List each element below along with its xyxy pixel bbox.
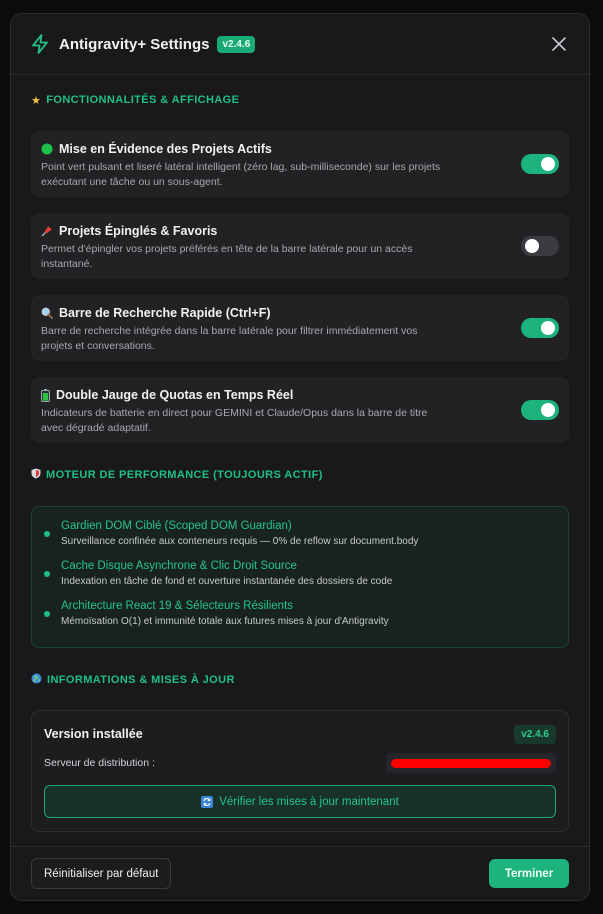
settings-modal: Antigravity+ Settings v2.4.6 ★ FONCTIONN… (10, 13, 590, 901)
section-title-label: MOTEUR DE PERFORMANCE (TOUJOURS ACTIF) (46, 469, 323, 481)
feature-title-row: Projets Épinglés & Favoris (41, 223, 559, 239)
perf-text: Gardien DOM Ciblé (Scoped DOM Guardian) … (61, 518, 418, 549)
feature-card-pinned-projects: Projets Épinglés & Favoris Permet d'épin… (31, 213, 569, 279)
perf-description: Surveillance confinée aux conteneurs req… (61, 536, 419, 547)
refresh-icon (201, 795, 214, 808)
toggle-knob (541, 157, 555, 171)
feature-title-row: Barre de Recherche Rapide (Ctrl+F) (41, 305, 559, 321)
server-row: Serveur de distribution : (44, 753, 556, 773)
star-icon: ★ (31, 94, 42, 107)
perf-title: Gardien DOM Ciblé (Scoped DOM Guardian) (61, 520, 292, 532)
check-updates-label: Vérifier les mises à jour maintenant (219, 795, 399, 808)
feature-title-row: Mise en Évidence des Projets Actifs (41, 141, 559, 157)
section-title-label: INFORMATIONS & MISES À JOUR (47, 674, 235, 686)
toggle-search-bar[interactable] (521, 318, 559, 338)
close-icon[interactable] (549, 34, 569, 54)
feature-title: Projets Épinglés & Favoris (59, 224, 218, 238)
feature-description: Indicateurs de batterie en direct pour G… (41, 407, 428, 434)
section-title-info: INFORMATIONS & MISES À JOUR (31, 670, 569, 690)
feature-description: Permet d'épingler vos projets préférés e… (41, 243, 413, 270)
toggle-quota-gauge[interactable] (521, 400, 559, 420)
section-title-performance: MOTEUR DE PERFORMANCE (TOUJOURS ACTIF) (31, 465, 569, 485)
feature-card-search-bar: Barre de Recherche Rapide (Ctrl+F) Barre… (31, 295, 569, 361)
toggle-knob (525, 239, 539, 253)
toggle-knob (541, 321, 555, 335)
performance-list: Gardien DOM Ciblé (Scoped DOM Guardian) … (31, 506, 569, 648)
toggle-active-projects[interactable] (521, 154, 559, 174)
feature-card-quota-gauge: Double Jauge de Quotas en Temps Réel Ind… (31, 377, 569, 443)
shield-icon (31, 468, 41, 482)
version-badge: v2.4.6 (217, 35, 256, 53)
toggle-knob (541, 403, 555, 417)
perf-title: Cache Disque Asynchrone & Clic Droit Sou… (61, 560, 297, 572)
perf-description: Indexation en tâche de fond et ouverture… (61, 576, 393, 587)
bullet-dot (44, 531, 50, 537)
feature-title: Double Jauge de Quotas en Temps Réel (56, 388, 294, 402)
modal-header: Antigravity+ Settings v2.4.6 (11, 14, 589, 75)
bolt-icon (31, 33, 51, 55)
list-item: Cache Disque Asynchrone & Clic Droit Sou… (44, 558, 556, 589)
magnifier-icon (41, 307, 53, 319)
installed-row: Version installée v2.4.6 (44, 723, 556, 745)
server-label: Serveur de distribution : (44, 757, 155, 769)
perf-description: Mémoïsation O(1) et immunité totale aux … (61, 616, 389, 627)
redaction-bar (391, 758, 551, 768)
feature-title-row: Double Jauge de Quotas en Temps Réel (41, 387, 559, 403)
modal-content: ★ FONCTIONNALITÉS & AFFICHAGE Mise en Év… (11, 90, 589, 832)
feature-title: Mise en Évidence des Projets Actifs (59, 142, 272, 156)
check-updates-button[interactable]: Vérifier les mises à jour maintenant (44, 785, 556, 818)
bullet-dot (44, 611, 50, 617)
perf-title: Architecture React 19 & Sélecteurs Résil… (61, 600, 294, 612)
feature-card-active-projects: Mise en Évidence des Projets Actifs Poin… (31, 131, 569, 197)
section-title-features: ★ FONCTIONNALITÉS & AFFICHAGE (31, 90, 569, 110)
section-title-label: FONCTIONNALITÉS & AFFICHAGE (46, 94, 240, 106)
battery-icon (41, 388, 50, 402)
perf-text: Architecture React 19 & Sélecteurs Résil… (61, 598, 389, 629)
done-button[interactable]: Terminer (489, 859, 569, 888)
installed-version-label: Version installée (44, 727, 143, 741)
feature-description: Point vert pulsant et liseré latéral int… (41, 161, 441, 188)
toggle-pinned-projects[interactable] (521, 236, 559, 256)
globe-icon (31, 673, 42, 687)
installed-version-badge: v2.4.6 (514, 724, 556, 744)
version-info-box: Version installée v2.4.6 Serveur de dist… (31, 710, 569, 832)
perf-text: Cache Disque Asynchrone & Clic Droit Sou… (61, 558, 392, 589)
pushpin-icon (41, 225, 53, 237)
list-item: Gardien DOM Ciblé (Scoped DOM Guardian) … (44, 518, 556, 549)
feature-title: Barre de Recherche Rapide (Ctrl+F) (59, 306, 271, 320)
list-item: Architecture React 19 & Sélecteurs Résil… (44, 598, 556, 629)
server-value (386, 753, 556, 773)
modal-footer: Réinitialiser par défaut Terminer (11, 846, 589, 900)
bullet-dot (44, 571, 50, 577)
green-circle-icon (41, 143, 53, 155)
reset-defaults-button[interactable]: Réinitialiser par défaut (31, 858, 172, 889)
modal-title: Antigravity+ Settings (59, 35, 210, 53)
feature-description: Barre de recherche intégrée dans la barr… (41, 325, 418, 352)
